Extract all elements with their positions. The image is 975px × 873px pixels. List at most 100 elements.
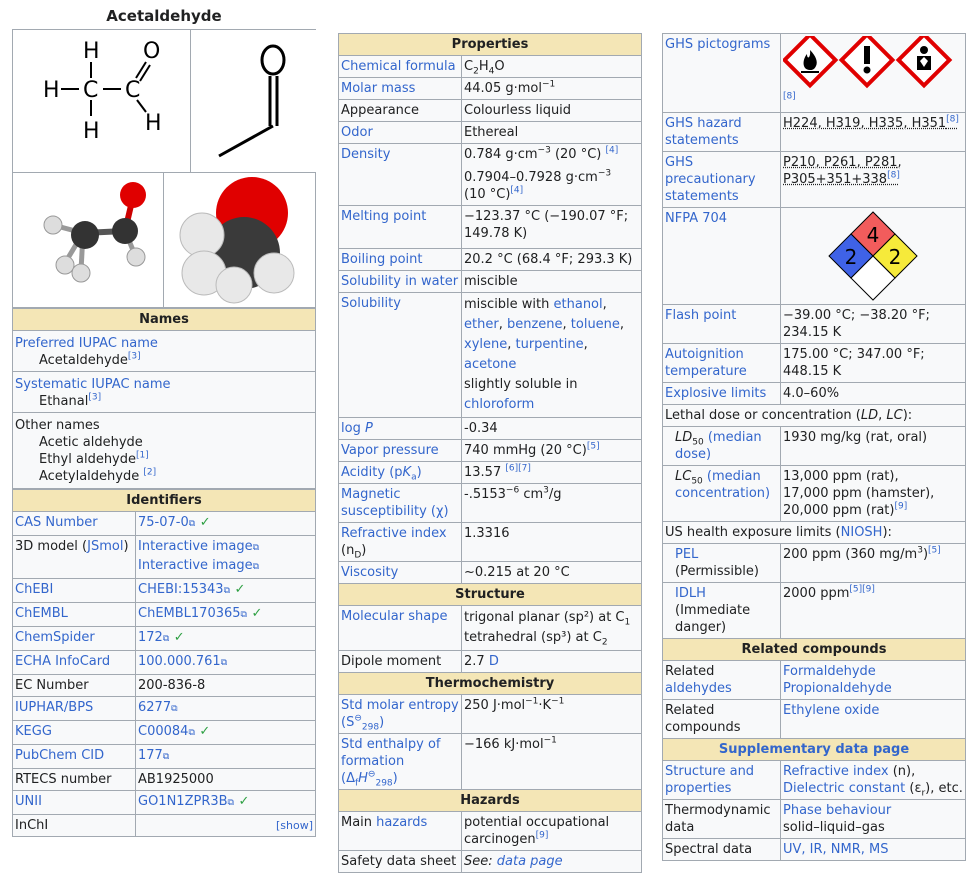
autoignition-value: 175.00 °C; 347.00 °F; 448.15 K (780, 343, 966, 383)
std-molar-entropy-label[interactable]: Std molar entropy (S⊖298) (338, 694, 462, 734)
identifier-label[interactable]: KEGG (12, 720, 136, 745)
molecular-shape-label[interactable]: Molecular shape (338, 605, 462, 651)
debye-link[interactable]: D (489, 654, 499, 669)
density-label[interactable]: Density (338, 143, 462, 206)
std-enthalpy-label[interactable]: Std enthalpy of formation (ΔfH⊖298) (338, 733, 462, 790)
solvent-link[interactable]: ether (464, 317, 499, 332)
identifier-label[interactable]: UNII (12, 790, 136, 815)
other-names-cell: Other names Acetic aldehyde Ethyl aldehy… (12, 412, 316, 489)
solvent-link[interactable]: ethanol (554, 297, 603, 312)
identifier-link[interactable]: 177 (138, 748, 163, 763)
logp-label[interactable]: log P (338, 417, 462, 440)
identifier-label: 3D model (JSmol) (12, 535, 136, 579)
identifier-label[interactable]: IUPHAR/BPS (12, 696, 136, 721)
hazards-header: Hazards (338, 789, 642, 812)
ghs-hazard-value: H224, H319, H335, H351[8] (780, 112, 966, 152)
chemical-formula-value: C2H4O (461, 55, 642, 78)
identifier-value: 172⧉ ✓ (135, 626, 316, 651)
ghs-pictograms[interactable] (783, 36, 963, 92)
identifier-label[interactable]: ChEBI (12, 578, 136, 603)
identifier-label[interactable]: ChemSpider (12, 626, 136, 651)
identifier-label[interactable]: ChEMBL (12, 602, 136, 627)
magnetic-susceptibility-label[interactable]: Magnetic susceptibility (χ) (338, 483, 462, 523)
viscosity-label[interactable]: Viscosity (338, 561, 462, 584)
verified-check-icon: ✓ (230, 582, 246, 597)
identifier-label[interactable]: PubChem CID (12, 744, 136, 769)
structure-atom-h: H (43, 78, 60, 103)
identifier-link[interactable]: CHEBI:15343 (138, 582, 224, 597)
explosive-limits-label[interactable]: Explosive limits (662, 382, 781, 405)
systematic-iupac-value: Ethanal[3] (39, 392, 102, 409)
supplementary-header[interactable]: Supplementary data page (662, 738, 966, 761)
ghs-hazard-label[interactable]: GHS hazard statements (662, 112, 781, 152)
model-images-row (13, 173, 315, 308)
appearance-value: Colourless liquid (461, 99, 642, 122)
refractive-index-label[interactable]: Refractive index (nD) (338, 522, 462, 562)
dipole-moment-value: 2.7 D (461, 650, 642, 673)
identifier-link[interactable]: Interactive image (138, 558, 253, 573)
solvent-link[interactable]: toluene (571, 317, 620, 332)
related-compounds-label: Related compounds (662, 699, 781, 739)
solvent-link[interactable]: benzene (507, 317, 563, 332)
idlh-label[interactable]: IDLH (Immediate danger) (662, 582, 781, 639)
molar-mass-label[interactable]: Molar mass (338, 77, 462, 100)
acidity-label[interactable]: Acidity (pKa) (338, 461, 462, 484)
systematic-iupac-label[interactable]: Systematic IUPAC name (15, 376, 313, 393)
niosh-link[interactable]: NIOSH (841, 525, 883, 540)
lc50-label[interactable]: LC50 (median concentration) (662, 465, 781, 522)
solvent-link[interactable]: acetone (464, 357, 516, 372)
melting-point-label[interactable]: Melting point (338, 205, 462, 249)
identifier-value: 100.000.761⧉ (135, 650, 316, 675)
autoignition-label[interactable]: Autoignition temperature (662, 343, 781, 383)
identifier-link[interactable]: GO1N1ZPR3B (138, 794, 228, 809)
solubility-water-label[interactable]: Solubility in water (338, 270, 462, 293)
chemical-formula-label[interactable]: Chemical formula (338, 55, 462, 78)
ghs-pictograms-label[interactable]: GHS pictograms (662, 33, 781, 113)
external-link-icon: ⧉ (220, 658, 228, 668)
ghs-precautionary-label[interactable]: GHS precautionary statements (662, 151, 781, 208)
std-enthalpy-value: −166 kJ·mol−1 (461, 733, 642, 790)
identifier-value: CHEBI:15343⧉ ✓ (135, 578, 316, 603)
appearance-label: Appearance (338, 99, 462, 122)
identifier-link[interactable]: Interactive image (138, 539, 253, 554)
identifier-link[interactable]: 100.000.761 (138, 654, 221, 669)
identifier-link[interactable]: 6277 (138, 700, 171, 715)
identifier-label[interactable]: CAS Number (12, 511, 136, 536)
related-compounds-header: Related compounds (662, 638, 966, 661)
solubility-label[interactable]: Solubility (338, 292, 462, 418)
data-page-link[interactable]: data page (497, 854, 563, 869)
ball-and-stick-model-image[interactable] (13, 173, 164, 307)
solvent-link[interactable]: turpentine (516, 337, 584, 352)
lc50-value: 13,000 ppm (rat), 17,000 ppm (hamster), … (780, 465, 966, 522)
nfpa-diamond[interactable]: 4 2 2 (783, 210, 963, 302)
identifier-link[interactable]: ChEMBL170365 (138, 606, 241, 621)
vapor-pressure-label[interactable]: Vapor pressure (338, 439, 462, 462)
lewis-structure-image[interactable]: H H H C C O H (13, 30, 191, 172)
hazards-link[interactable]: hazards (376, 815, 427, 830)
vapor-pressure-value: 740 mmHg (20 °C)[5] (461, 439, 642, 462)
supp-structure-label[interactable]: Structure and properties (662, 760, 781, 800)
pel-label[interactable]: PEL (Permissible) (662, 543, 781, 583)
show-toggle[interactable]: [show] (276, 819, 313, 832)
identifier-link[interactable]: C00084 (138, 724, 188, 739)
ld50-label[interactable]: LD50 (median dose) (662, 426, 781, 466)
skeletal-formula-image[interactable] (191, 30, 317, 172)
identifier-label[interactable]: ECHA InfoCard (12, 650, 136, 675)
identifier-link[interactable]: 172 (138, 630, 163, 645)
jsmol-link[interactable]: JSmol (87, 539, 123, 554)
properties-table: Properties Chemical formula C2H4O Molar … (338, 33, 642, 873)
solvent-link[interactable]: chloroform (464, 397, 534, 412)
preferred-iupac-label[interactable]: Preferred IUPAC name (15, 335, 313, 352)
aldehydes-link[interactable]: aldehydes (665, 681, 732, 696)
space-filling-model-image[interactable] (164, 173, 317, 307)
identifier-value: 200-836-8 (135, 674, 316, 697)
nfpa-704-label[interactable]: NFPA 704 (662, 207, 781, 305)
table-row: KEGG C00084⧉ ✓ (12, 720, 316, 745)
table-row: EC Number 200-836-8 (12, 674, 316, 697)
odor-label[interactable]: Odor (338, 121, 462, 144)
identifier-link[interactable]: 75-07-0 (138, 515, 189, 530)
boiling-point-label[interactable]: Boiling point (338, 248, 462, 271)
supp-structure-value: Refractive index (n), Dielectric constan… (780, 760, 966, 800)
solvent-link[interactable]: xylene (464, 337, 507, 352)
flash-point-label[interactable]: Flash point (662, 304, 781, 344)
